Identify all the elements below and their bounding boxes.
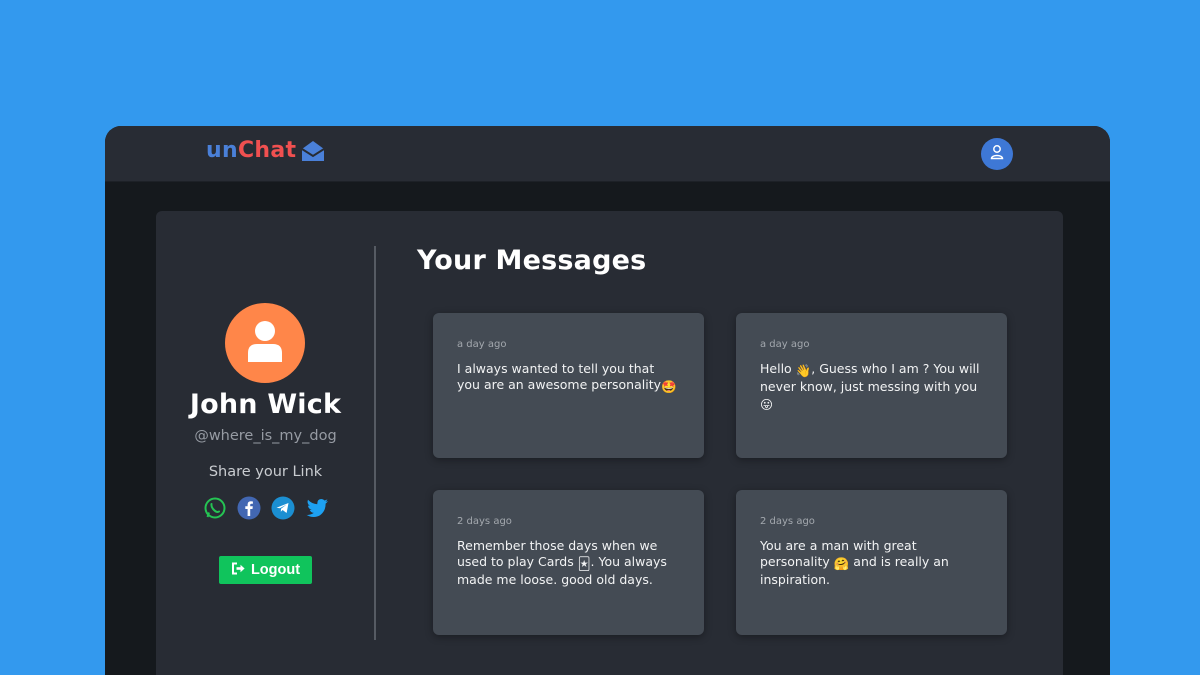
- message-card[interactable]: a day ago I always wanted to tell you th…: [433, 313, 704, 458]
- joker-card-emoji: 🃏: [577, 556, 591, 571]
- navbar: un Chat: [105, 126, 1110, 182]
- profile-section: John Wick @where_is_my_dog Share your Li…: [156, 211, 375, 675]
- app-window: un Chat John Wick @where_is_my_dog Share…: [105, 126, 1110, 675]
- profile-avatar: [225, 303, 305, 383]
- share-links: [203, 496, 329, 520]
- hugging-face-emoji: 🤗: [833, 556, 850, 571]
- message-text: Remember those days when we used to play…: [457, 538, 680, 588]
- tongue-emoji: 😛: [760, 397, 774, 412]
- facebook-icon[interactable]: [237, 496, 261, 520]
- logout-label: Logout: [250, 562, 301, 578]
- message-time: a day ago: [760, 339, 810, 350]
- star-struck-emoji: 🤩: [661, 379, 677, 394]
- share-label: Share your Link: [208, 464, 323, 480]
- message-time: 2 days ago: [760, 516, 815, 527]
- message-card[interactable]: 2 days ago Remember those days when we u…: [433, 490, 704, 635]
- logo[interactable]: un Chat: [206, 138, 326, 163]
- message-card[interactable]: a day ago Hello 👋, Guess who I am ? You …: [736, 313, 1007, 458]
- vertical-divider: [374, 246, 376, 640]
- profile-menu-button[interactable]: [981, 138, 1013, 170]
- logo-text-chat: Chat: [237, 138, 297, 163]
- message-body-start: Hello: [760, 361, 796, 376]
- profile-handle: @where_is_my_dog: [194, 428, 337, 444]
- telegram-icon[interactable]: [271, 496, 295, 520]
- message-body: I always wanted to tell you that you are…: [457, 361, 662, 392]
- message-time: 2 days ago: [457, 516, 512, 527]
- message-text: Hello 👋, Guess who I am ? You will never…: [760, 361, 983, 413]
- envelope-open-icon: [300, 139, 326, 163]
- main-panel: John Wick @where_is_my_dog Share your Li…: [156, 211, 1063, 675]
- twitter-icon[interactable]: [305, 496, 329, 520]
- profile-name: John Wick: [189, 389, 342, 420]
- waving-hand-emoji: 👋: [795, 363, 812, 378]
- logout-button[interactable]: Logout: [219, 556, 312, 584]
- message-card[interactable]: 2 days ago You are a man with great pers…: [736, 490, 1007, 635]
- whatsapp-icon[interactable]: [203, 496, 227, 520]
- user-icon: [245, 320, 285, 366]
- message-text: I always wanted to tell you that you are…: [457, 361, 680, 395]
- user-icon: [989, 144, 1005, 164]
- message-text: You are a man with great personality 🤗 a…: [760, 538, 983, 588]
- logo-text-un: un: [206, 138, 238, 163]
- message-time: a day ago: [457, 339, 507, 350]
- messages-title: Your Messages: [417, 245, 647, 276]
- sign-out-icon: [231, 562, 246, 579]
